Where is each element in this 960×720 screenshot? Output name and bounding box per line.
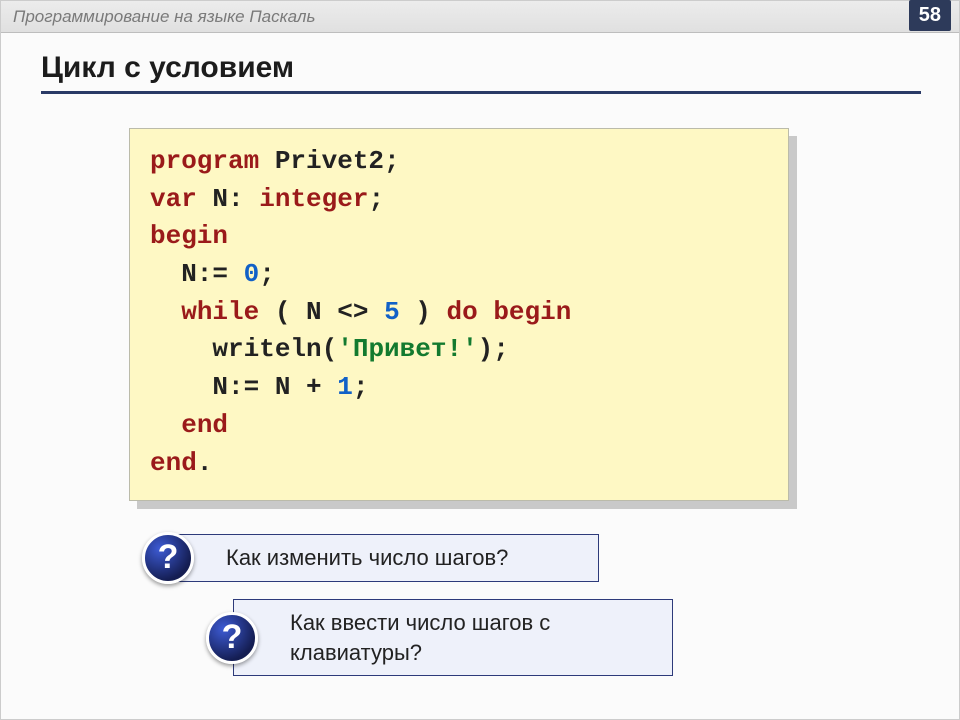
kw-end-inner: end bbox=[181, 410, 228, 440]
title-area: Цикл с условием bbox=[1, 33, 959, 100]
kw-begin: begin bbox=[150, 221, 228, 251]
kw-do: do bbox=[446, 297, 477, 327]
kw-integer: integer bbox=[259, 184, 368, 214]
question-2-text: Как ввести число шагов с клавиатуры? bbox=[290, 610, 550, 665]
code-block: program Privet2; var N: integer; begin N… bbox=[129, 128, 789, 501]
writeln-b: ); bbox=[478, 334, 509, 364]
pad5 bbox=[150, 297, 181, 327]
num-0: 0 bbox=[244, 259, 260, 289]
question-box-2: ? Как ввести число шагов с клавиатуры? bbox=[233, 599, 673, 676]
code-content: program Privet2; var N: integer; begin N… bbox=[129, 128, 789, 501]
incr-b: ; bbox=[353, 372, 369, 402]
end-dot: . bbox=[197, 448, 213, 478]
assign-n0b: ; bbox=[259, 259, 275, 289]
writeln-a: writeln( bbox=[150, 334, 337, 364]
incr-a: N:= N + bbox=[150, 372, 337, 402]
sp5 bbox=[478, 297, 494, 327]
page-number: 58 bbox=[909, 0, 951, 31]
while-close: ) bbox=[400, 297, 447, 327]
slide-title: Цикл с условием bbox=[41, 51, 919, 85]
str-q1: ' bbox=[337, 334, 353, 364]
question-mark-icon: ? bbox=[142, 532, 194, 584]
title-underline bbox=[41, 91, 921, 94]
question-box-1: ? Как изменить число шагов? bbox=[169, 534, 599, 582]
prog-name: Privet2; bbox=[259, 146, 399, 176]
kw-var: var bbox=[150, 184, 197, 214]
question-1-text: Как изменить число шагов? bbox=[226, 545, 508, 570]
kw-program: program bbox=[150, 146, 259, 176]
kw-begin2: begin bbox=[493, 297, 571, 327]
while-open: ( N <> bbox=[259, 297, 384, 327]
semi2: ; bbox=[368, 184, 384, 214]
kw-end-outer: end bbox=[150, 448, 197, 478]
num-1: 1 bbox=[337, 372, 353, 402]
num-5: 5 bbox=[384, 297, 400, 327]
question-mark-icon: ? bbox=[206, 612, 258, 664]
course-title: Программирование на языке Паскаль bbox=[13, 7, 315, 27]
str-q2: ' bbox=[462, 334, 478, 364]
kw-while: while bbox=[181, 297, 259, 327]
header-bar: Программирование на языке Паскаль 58 bbox=[1, 1, 959, 33]
pad8 bbox=[150, 410, 181, 440]
assign-n0a: N:= bbox=[150, 259, 244, 289]
var-decl: N: bbox=[197, 184, 259, 214]
str-lit: Привет! bbox=[353, 334, 462, 364]
